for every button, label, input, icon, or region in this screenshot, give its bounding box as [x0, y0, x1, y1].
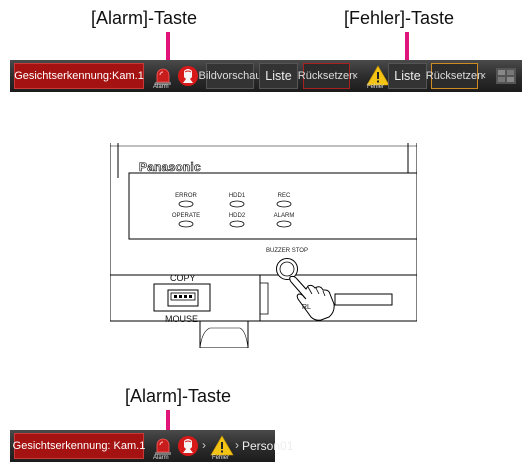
- reset-button-alarm[interactable]: Rücksetzen: [298, 63, 355, 89]
- led-hdd2-icon: [229, 220, 245, 228]
- reset-button-error[interactable]: Rücksetzen: [426, 63, 483, 89]
- brand-logo: Panasonic: [139, 160, 201, 175]
- led-label-hdd2: HDD2: [228, 213, 246, 219]
- copy-label: COPY: [170, 273, 196, 283]
- led-alarm-icon: [276, 220, 292, 228]
- alarm-callout-pointer-bottom: [166, 410, 170, 430]
- chevron-left-icon[interactable]: ‹: [354, 69, 358, 81]
- face-alarm-icon: [178, 436, 198, 456]
- face-recognition-box[interactable]: Gesichtserkennung:Kam.1: [14, 63, 144, 89]
- status-bar-top: Gesichtserkennung:Kam.1 Alarm Bildvorsch…: [10, 60, 522, 92]
- alarm-lamp-icon: [155, 438, 171, 455]
- alarm-button-callout: [Alarm]-Taste: [91, 8, 198, 28]
- list-button-error[interactable]: Liste: [388, 63, 427, 89]
- pointing-hand-icon: [289, 275, 335, 321]
- chevron-right-icon[interactable]: ›: [235, 439, 239, 451]
- alarm-callout-pointer: [166, 32, 170, 60]
- error-callout-pointer: [405, 32, 409, 60]
- alarm-button-callout-bottom: [Alarm]-Taste: [125, 386, 232, 406]
- partial-port-label: RL: [302, 304, 311, 311]
- buzzer-stop-label: BUZZER STOP: [266, 248, 308, 254]
- led-label-rec: REC: [277, 193, 291, 199]
- image-preview-button[interactable]: Bildvorschau: [199, 63, 262, 89]
- face-alarm-icon: [178, 66, 198, 86]
- led-label-error: ERROR: [175, 193, 197, 199]
- led-rec-icon: [276, 200, 292, 208]
- face-recognition-box-bottom[interactable]: Gesichtserkennung: Kam.1: [13, 433, 145, 459]
- warning-triangle-icon: [210, 435, 234, 456]
- recorder-front-panel: Panasonic ERROR HDD1 REC OPERATE HDD2 AL…: [110, 143, 417, 348]
- mouse-label: MOUSE: [165, 314, 199, 324]
- led-operate-icon: [178, 220, 194, 228]
- error-caption-bottom: Fehler: [212, 455, 230, 461]
- chevron-right-icon[interactable]: ›: [202, 439, 206, 451]
- alarm-caption-bottom: Alarm: [153, 455, 169, 461]
- alarm-caption: Alarm: [153, 84, 169, 90]
- led-label-operate: OPERATE: [171, 213, 201, 219]
- error-button-callout: [Fehler]-Taste: [344, 8, 455, 28]
- led-hdd1-icon: [229, 200, 245, 208]
- led-label-hdd1: HDD1: [228, 193, 246, 199]
- status-bar-bottom: Gesichtserkennung: Kam.1 Alarm › Fehler …: [10, 430, 293, 462]
- error-caption: Fehler: [367, 84, 385, 90]
- face-alarm-button[interactable]: [176, 63, 200, 89]
- led-label-alarm: ALARM: [273, 213, 295, 219]
- list-button-alarm[interactable]: Liste: [259, 63, 298, 89]
- face-alarm-button-bottom[interactable]: [176, 433, 200, 459]
- chevron-left-icon[interactable]: ‹: [482, 69, 486, 81]
- usb-port-icon[interactable]: [167, 289, 199, 307]
- camera-thumbnail-icon[interactable]: [492, 63, 520, 89]
- person-label[interactable]: Person01: [242, 433, 293, 459]
- led-error-icon: [178, 200, 194, 208]
